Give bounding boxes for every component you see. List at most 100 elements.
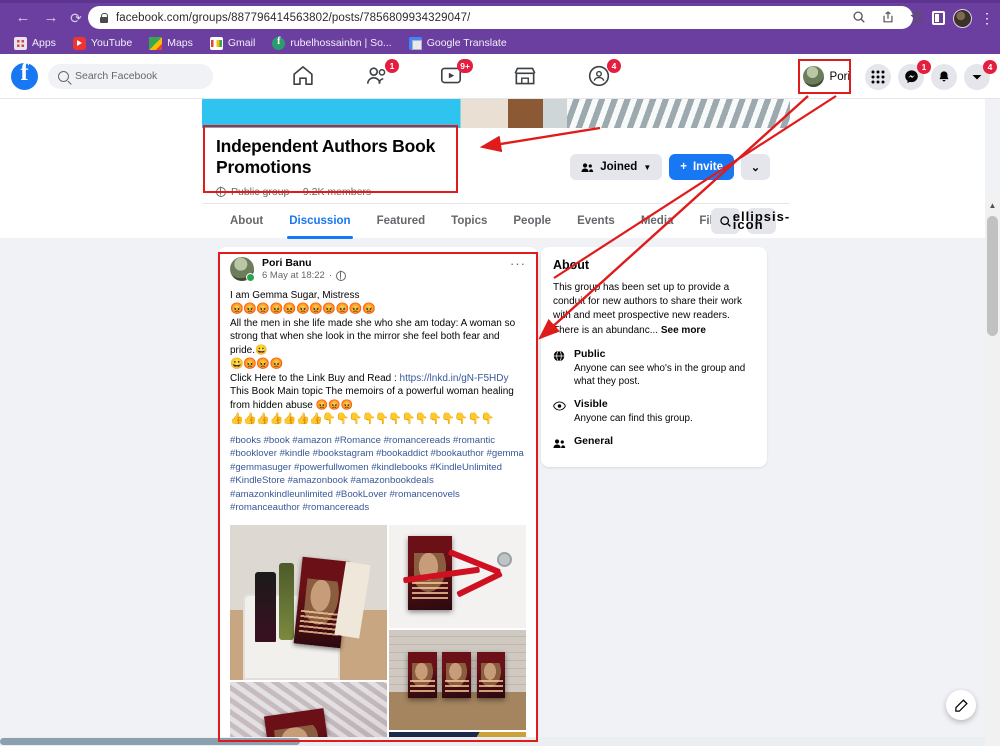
back-button[interactable]: ←: [13, 8, 33, 28]
people-icon: [553, 435, 566, 454]
tab-media[interactable]: Media: [628, 204, 687, 239]
joined-button[interactable]: Joined ▼: [570, 154, 663, 180]
post-author-name[interactable]: Pori Banu: [262, 257, 346, 269]
browser-window: ← → ⟳ facebook.com/groups/88779641456380…: [0, 0, 1000, 746]
forward-button[interactable]: →: [41, 8, 61, 28]
search-placeholder: Search Facebook: [75, 70, 158, 82]
nav-groups[interactable]: 4: [586, 58, 621, 91]
group-privacy: Public group: [231, 185, 290, 198]
gmail-icon: [209, 36, 223, 50]
post-hashtags[interactable]: #books #book #amazon #Romance #romancere…: [230, 434, 526, 515]
search-icon[interactable]: [851, 10, 866, 25]
group-header: Independent Authors Book Promotions Publ…: [0, 99, 985, 239]
compose-icon: [954, 698, 968, 712]
reload-button[interactable]: ⟳: [66, 8, 86, 28]
post-timestamp[interactable]: 6 May at 18:22: [262, 270, 325, 281]
post-card: Pori Banu 6 May at 18:22 · ··· I am Gemm…: [218, 247, 538, 746]
post-line-3-prefix: Click Here to the Link Buy and Read :: [230, 372, 400, 384]
search-input[interactable]: Search Facebook: [48, 63, 213, 89]
group-action-buttons: Joined ▼ + Invite ⌄: [570, 154, 770, 180]
post-image-3[interactable]: [389, 630, 526, 731]
tab-topics[interactable]: Topics: [438, 204, 500, 239]
messenger-button[interactable]: 1: [898, 59, 931, 90]
browser-menu-icon[interactable]: ⋮: [980, 11, 994, 25]
about-item-title: General: [574, 435, 614, 448]
post-emoji-row-2: 😀😡😡😡: [230, 357, 283, 370]
chrome-right-actions: ⋮: [932, 7, 994, 29]
bookmark-gmail[interactable]: Gmail: [209, 36, 255, 50]
browser-chrome: ← → ⟳ facebook.com/groups/88779641456380…: [0, 0, 1000, 54]
maps-icon: [149, 36, 163, 50]
post-image-1[interactable]: [230, 525, 387, 681]
separator: ·: [294, 185, 298, 198]
bookmark-youtube[interactable]: YouTube: [72, 36, 133, 50]
post-line-1: I am Gemma Sugar, Mistress: [230, 290, 360, 301]
tab-discussion[interactable]: Discussion: [276, 204, 363, 239]
bookmark-maps[interactable]: Maps: [149, 36, 193, 50]
group-cover-photo[interactable]: [202, 99, 790, 128]
facebook-logo[interactable]: [11, 59, 38, 90]
search-icon: [58, 70, 69, 82]
avatar[interactable]: [230, 257, 255, 282]
bookmark-label: rubelhossainbn | So...: [290, 37, 392, 49]
about-item-title: Visible: [574, 398, 608, 411]
globe-icon: [553, 348, 566, 388]
separator: ·: [328, 270, 333, 281]
bookmark-label: Maps: [167, 37, 193, 49]
about-description: This group has been set up to provide a …: [553, 281, 755, 338]
see-more-link[interactable]: See more: [661, 325, 706, 336]
vertical-scrollbar[interactable]: ▲ ▼: [985, 198, 1000, 746]
extension-icon[interactable]: [932, 11, 945, 25]
nav-friends[interactable]: 1: [364, 58, 399, 91]
about-heading: About: [553, 258, 590, 272]
friends-badge: 1: [385, 58, 399, 73]
group-subtitle: Public group · 9.2K members: [216, 186, 502, 198]
page-content: Independent Authors Book Promotions Publ…: [0, 99, 1000, 746]
about-item-desc: Anyone can see who's in the group and wh…: [574, 362, 746, 387]
invite-button[interactable]: + Invite: [669, 154, 734, 180]
account-menu-button[interactable]: 4: [964, 59, 997, 90]
share-icon[interactable]: [880, 10, 895, 25]
post-image-2[interactable]: [389, 525, 526, 629]
bookmark-google-translate[interactable]: Google Translate: [408, 36, 507, 50]
nav-home[interactable]: [290, 63, 318, 91]
group-options-button[interactable]: ellipsis-icon: [733, 208, 789, 234]
bookmark-apps[interactable]: Apps: [14, 36, 56, 50]
browser-profile-avatar[interactable]: [953, 8, 972, 28]
group-title-block: Independent Authors Book Promotions Publ…: [202, 128, 502, 198]
nav-marketplace[interactable]: [512, 63, 540, 91]
vertical-scrollbar-thumb[interactable]: [987, 216, 998, 336]
group-more-button[interactable]: ⌄: [741, 154, 770, 180]
lock-icon: [98, 12, 109, 24]
tab-featured[interactable]: Featured: [364, 204, 439, 239]
plus-icon: +: [680, 161, 687, 173]
scroll-up-arrow[interactable]: ▲: [985, 198, 1000, 213]
menu-grid-button[interactable]: [865, 63, 891, 90]
tab-people[interactable]: People: [500, 204, 564, 239]
bookmark-label: YouTube: [90, 37, 133, 49]
post-link[interactable]: https://lnkd.in/gN-F5HDy: [400, 373, 509, 384]
horizontal-scrollbar[interactable]: [0, 737, 985, 746]
about-description-text: This group has been set up to provide a …: [553, 282, 742, 336]
post-text: I am Gemma Sugar, Mistress 😡😡😡😡😡😡😡😡😡😡😡 A…: [230, 289, 526, 514]
bookmark-star-icon[interactable]: [909, 10, 924, 25]
joined-label: Joined: [600, 161, 638, 173]
chevron-down-icon: ▼: [643, 162, 652, 172]
tab-about[interactable]: About: [217, 204, 276, 239]
tab-events[interactable]: Events: [564, 204, 628, 239]
media-column-right: [389, 525, 526, 746]
compose-button[interactable]: [946, 690, 976, 720]
profile-button[interactable]: Pori: [799, 63, 858, 90]
post-menu-icon[interactable]: ···: [510, 257, 526, 270]
groups-badge: 4: [607, 58, 621, 73]
notifications-button[interactable]: [931, 63, 957, 90]
avatar: [802, 66, 824, 87]
account-badge: 4: [983, 59, 997, 74]
invite-label: Invite: [692, 161, 723, 173]
nav-watch[interactable]: 9+: [438, 58, 473, 91]
bookmark-facebook-profile[interactable]: rubelhossainbn | So...: [272, 36, 392, 50]
page-title: Independent Authors Book Promotions: [216, 136, 436, 178]
address-bar[interactable]: facebook.com/groups/887796414563802/post…: [88, 6, 913, 29]
post-emoji-row-3: 👍👍👍👍👍👍👍👇👇👇👇👇👇👇👇👇👇👇👇👇: [230, 413, 494, 426]
horizontal-scrollbar-thumb[interactable]: [0, 738, 300, 745]
